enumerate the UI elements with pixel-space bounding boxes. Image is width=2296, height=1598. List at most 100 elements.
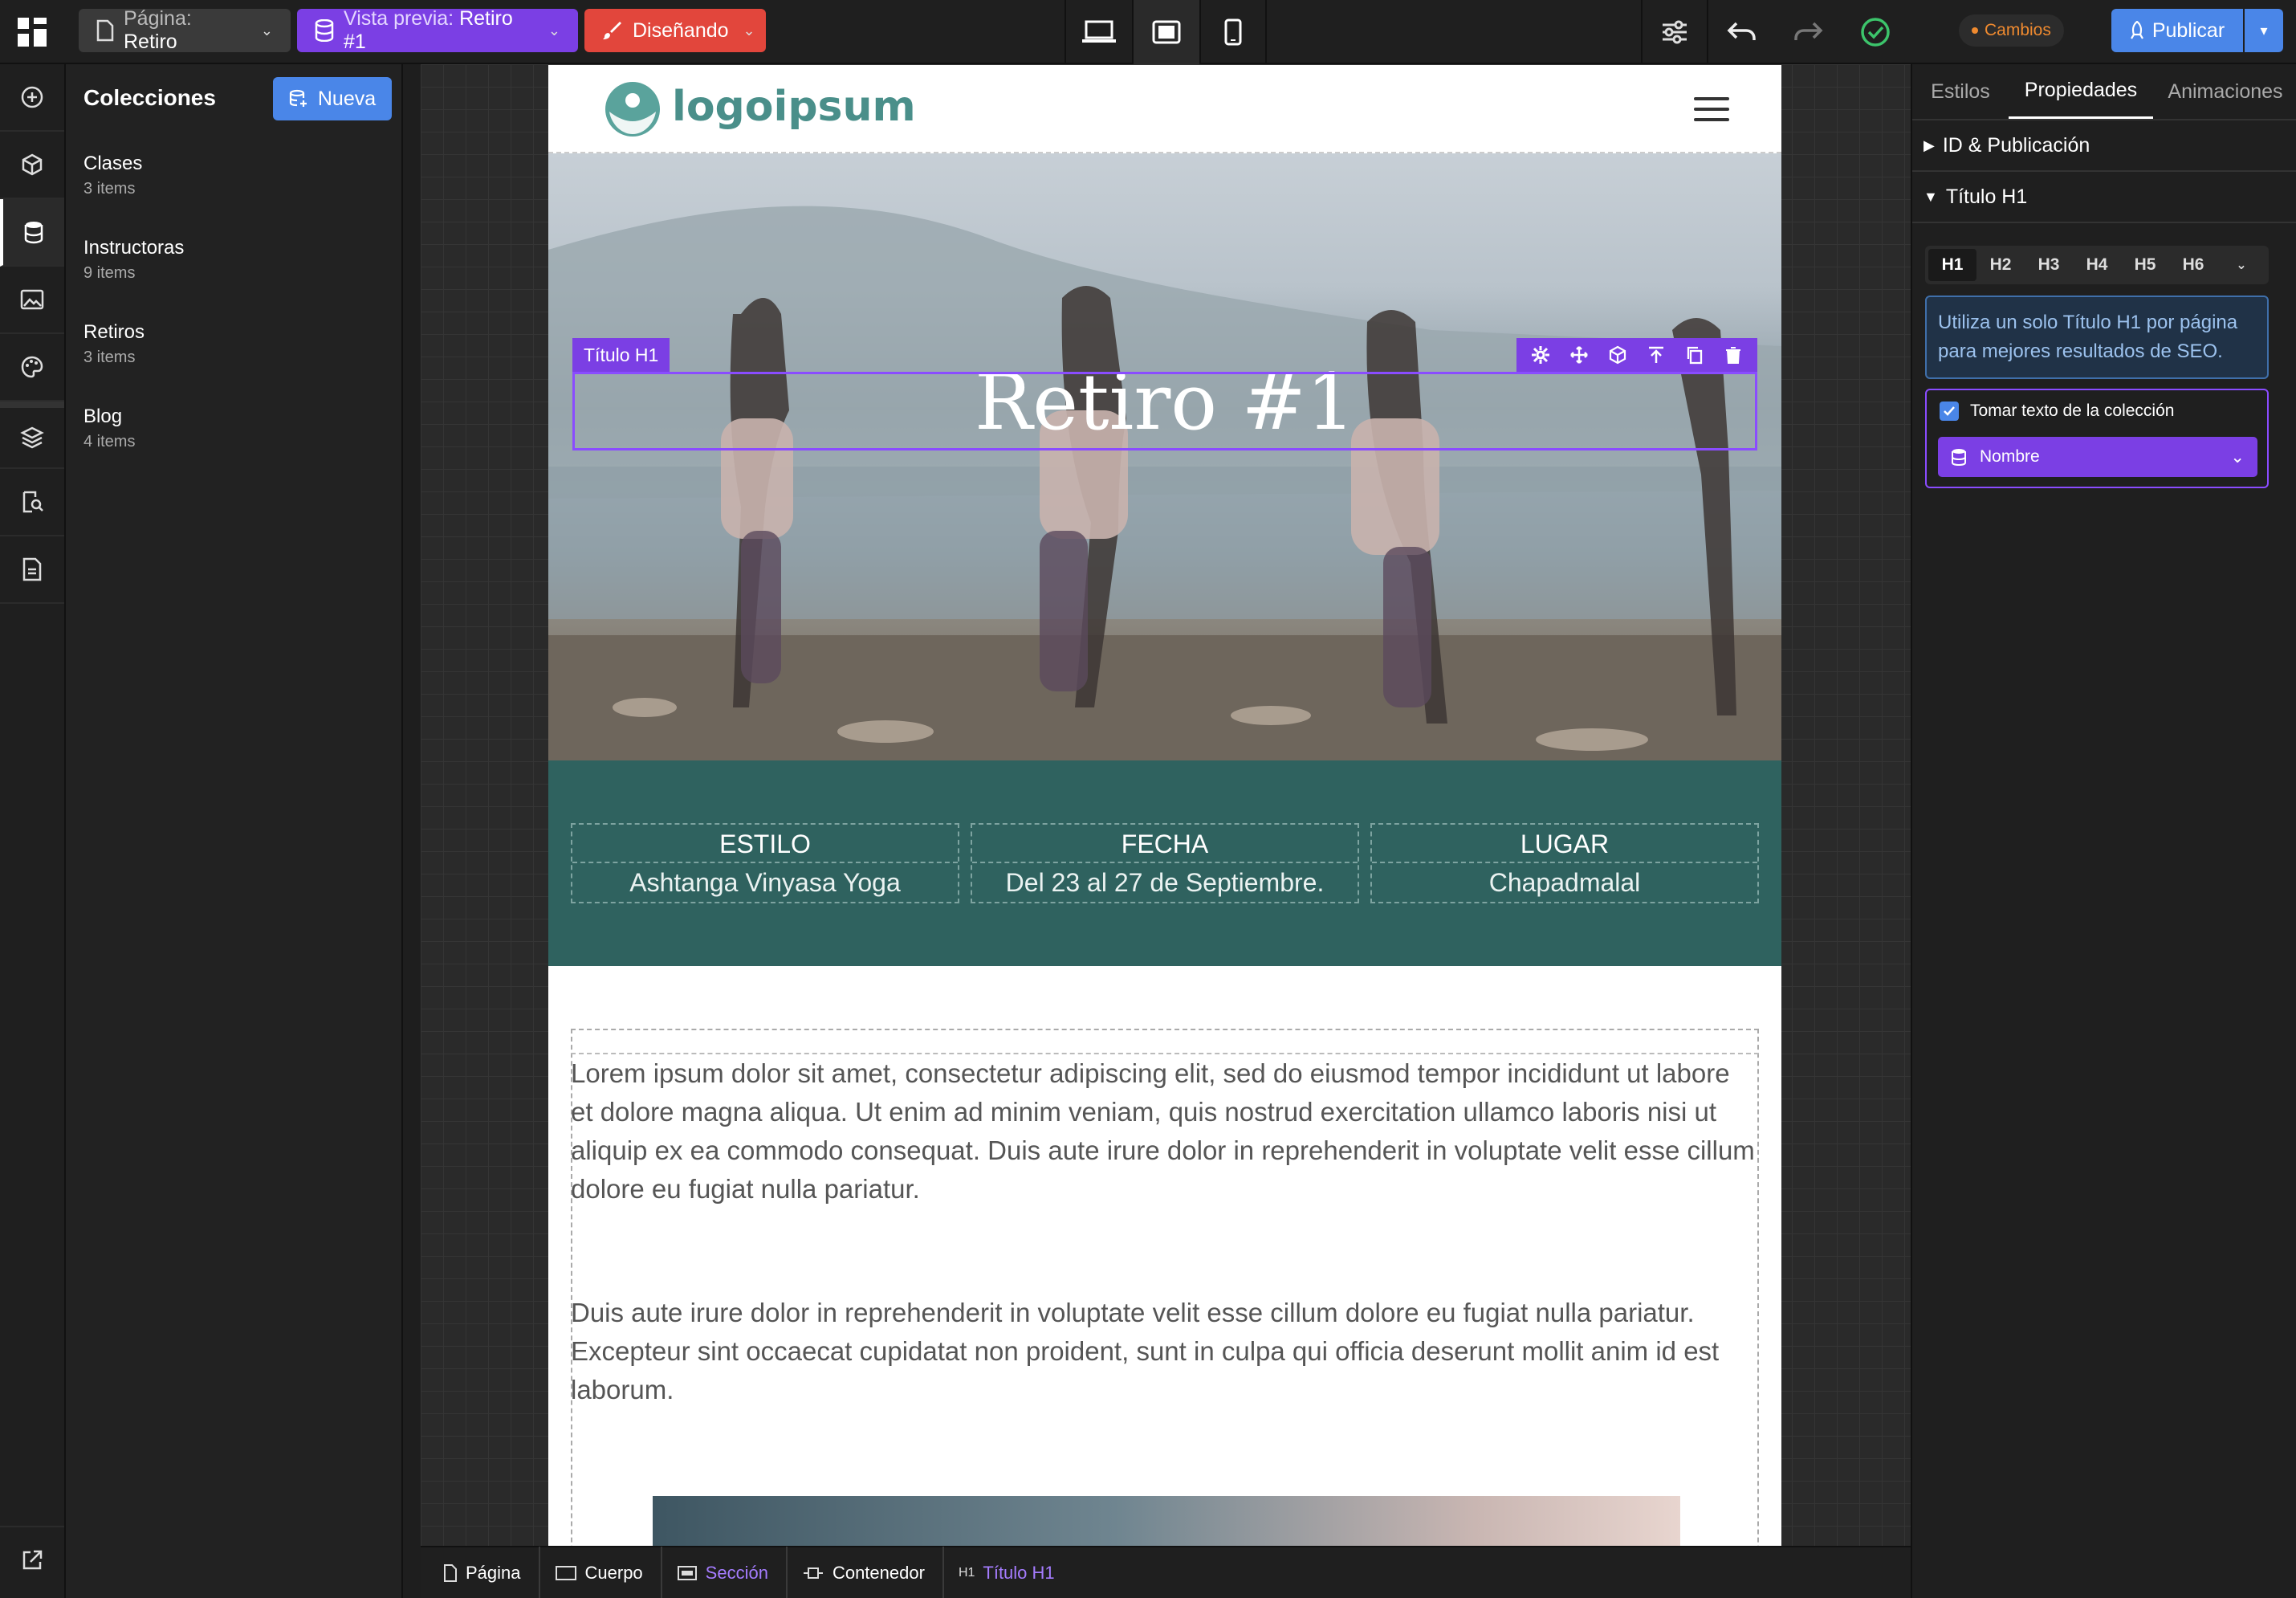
component-icon[interactable]: [1608, 345, 1627, 365]
heading-level-h3[interactable]: H3: [2025, 249, 2073, 281]
collection-binding: Tomar texto de la colección Nombre ⌄: [1925, 389, 2269, 488]
collection-text-checkbox[interactable]: Tomar texto de la colección: [1940, 402, 2174, 421]
database-icon: [1951, 447, 1967, 467]
heading-level-h2[interactable]: H2: [1976, 249, 2025, 281]
rail-styles-button[interactable]: [0, 334, 64, 402]
status-dot: [1972, 27, 1978, 34]
retreat-info-band: ESTILO Ashtanga Vinyasa Yoga FECHA Del 2…: [548, 760, 1781, 966]
undo-button[interactable]: [1708, 0, 1776, 64]
logo-text: logoipsum: [672, 83, 916, 131]
app-menu-icon[interactable]: [16, 16, 48, 48]
heading-more-dropdown[interactable]: ⌄: [2217, 249, 2265, 281]
chevron-down-icon: ⌄: [548, 22, 560, 39]
body-icon: [555, 1565, 577, 1581]
hero-section[interactable]: Retiro #1 Título H1: [548, 153, 1781, 760]
body-paragraph[interactable]: Duis aute irure dolor in reprehenderit i…: [571, 1294, 1759, 1409]
mode-selector[interactable]: Diseñando ⌄: [584, 9, 766, 52]
device-desktop-button[interactable]: [1065, 0, 1132, 64]
add-icon: [20, 85, 44, 109]
laptop-icon: [1081, 19, 1117, 45]
chevron-down-icon: ⌄: [260, 22, 273, 39]
breadcrumb-page[interactable]: Página: [443, 1547, 540, 1598]
rail-collections-button[interactable]: [0, 199, 64, 267]
rail-layers-button[interactable]: [0, 402, 64, 469]
menu-icon[interactable]: [1694, 97, 1729, 128]
redo-button[interactable]: [1774, 0, 1842, 64]
heading-level-h4[interactable]: H4: [2073, 249, 2121, 281]
rail-components-button[interactable]: [0, 132, 64, 199]
logo-icon: [605, 81, 661, 137]
info-place: LUGAR Chapadmalal: [1370, 823, 1759, 903]
properties-panel: Estilos Propiedades Animaciones ▶ ID & P…: [1911, 64, 2296, 1598]
site-header[interactable]: logoipsum: [548, 65, 1781, 153]
tablet-icon: [1152, 20, 1181, 44]
heading-level-h1[interactable]: H1: [1928, 249, 1976, 281]
body-paragraph[interactable]: Lorem ipsum dolor sit amet, consectetur …: [571, 1053, 1759, 1209]
tab-properties[interactable]: Propiedades: [2009, 64, 2153, 119]
info-date: FECHA Del 23 al 27 de Septiembre.: [971, 823, 1359, 903]
selection-toolbar: [1516, 338, 1757, 372]
device-tablet-button[interactable]: [1132, 0, 1199, 64]
heading-level-h5[interactable]: H5: [2121, 249, 2169, 281]
publish-button[interactable]: Publicar: [2111, 9, 2243, 52]
trash-icon[interactable]: [1724, 345, 1743, 365]
select-parent-icon[interactable]: [1647, 345, 1666, 365]
tab-animations[interactable]: Animaciones: [2153, 64, 2296, 119]
selection-outline: [572, 372, 1757, 450]
info-style: ESTILO Ashtanga Vinyasa Yoga: [571, 823, 959, 903]
publish-options-button[interactable]: ▾: [2245, 9, 2283, 52]
rail-open-site-button[interactable]: [0, 1526, 64, 1593]
section-id-publication[interactable]: ▶ ID & Publicación: [1912, 120, 2296, 172]
collection-item-blog[interactable]: Blog 4 items: [83, 406, 389, 451]
chevron-down-icon: ⌄: [2236, 259, 2247, 272]
preview-selector[interactable]: Vista previa: Retiro #1 ⌄: [297, 7, 578, 53]
hero-photo: [548, 206, 1781, 760]
undo-icon: [1727, 21, 1757, 43]
selection-label: Título H1: [572, 338, 670, 372]
sliders-icon: [1661, 20, 1688, 44]
palette-icon: [20, 355, 44, 379]
save-status-button[interactable]: [1842, 0, 1909, 64]
collections-panel: Colecciones Nueva Clases 3 items Instruc…: [66, 64, 403, 1598]
changes-badge[interactable]: Cambios: [1959, 14, 2064, 47]
gear-icon[interactable]: [1531, 345, 1550, 365]
phone-icon: [1224, 18, 1242, 46]
page-icon: [443, 1563, 458, 1583]
collection-item-instructoras[interactable]: Instructoras 9 items: [83, 237, 389, 283]
rail-add-button[interactable]: [0, 64, 64, 132]
redo-icon: [1793, 21, 1823, 43]
heading-icon: H1: [958, 1565, 975, 1580]
external-link-icon: [21, 1549, 43, 1572]
section-heading[interactable]: ▼ Título H1: [1912, 172, 2296, 223]
rail-seo-button[interactable]: [0, 469, 64, 536]
duplicate-icon[interactable]: [1685, 345, 1704, 365]
rail-pages-button[interactable]: [0, 536, 64, 604]
rocket-icon: [2130, 21, 2144, 40]
container-icon: [802, 1565, 824, 1581]
brush-icon: [602, 20, 623, 41]
rail-media-button[interactable]: [0, 267, 64, 334]
search-page-icon: [20, 490, 44, 514]
page-selector[interactable]: Página: Retiro ⌄: [79, 7, 291, 53]
breadcrumb-body[interactable]: Cuerpo: [555, 1547, 662, 1598]
design-canvas: logoipsum Retiro #1 Título H1 ESTILO Ash…: [421, 64, 1911, 1546]
image-icon: [20, 289, 44, 310]
breadcrumb-section[interactable]: Sección: [677, 1547, 788, 1598]
move-icon[interactable]: [1569, 345, 1589, 365]
chevron-down-icon: ▾: [2260, 22, 2268, 39]
content-image[interactable]: [653, 1496, 1680, 1546]
collection-item-retiros[interactable]: Retiros 3 items: [83, 321, 389, 367]
database-icon: [315, 19, 334, 42]
new-collection-button[interactable]: Nueva: [273, 77, 392, 120]
settings-sliders-button[interactable]: [1641, 0, 1708, 64]
breadcrumb-h1[interactable]: H1 Título H1: [959, 1547, 1073, 1598]
caret-down-icon: ▼: [1924, 188, 1938, 205]
document-icon: [22, 557, 43, 581]
breadcrumb-container[interactable]: Contenedor: [802, 1547, 944, 1598]
collection-field-select[interactable]: Nombre ⌄: [1938, 437, 2257, 477]
collection-item-clases[interactable]: Clases 3 items: [83, 153, 389, 198]
device-mobile-button[interactable]: [1199, 0, 1267, 64]
page-preview: logoipsum Retiro #1 Título H1 ESTILO Ash…: [548, 65, 1781, 1546]
tab-styles[interactable]: Estilos: [1912, 64, 2009, 119]
heading-level-h6[interactable]: H6: [2169, 249, 2217, 281]
